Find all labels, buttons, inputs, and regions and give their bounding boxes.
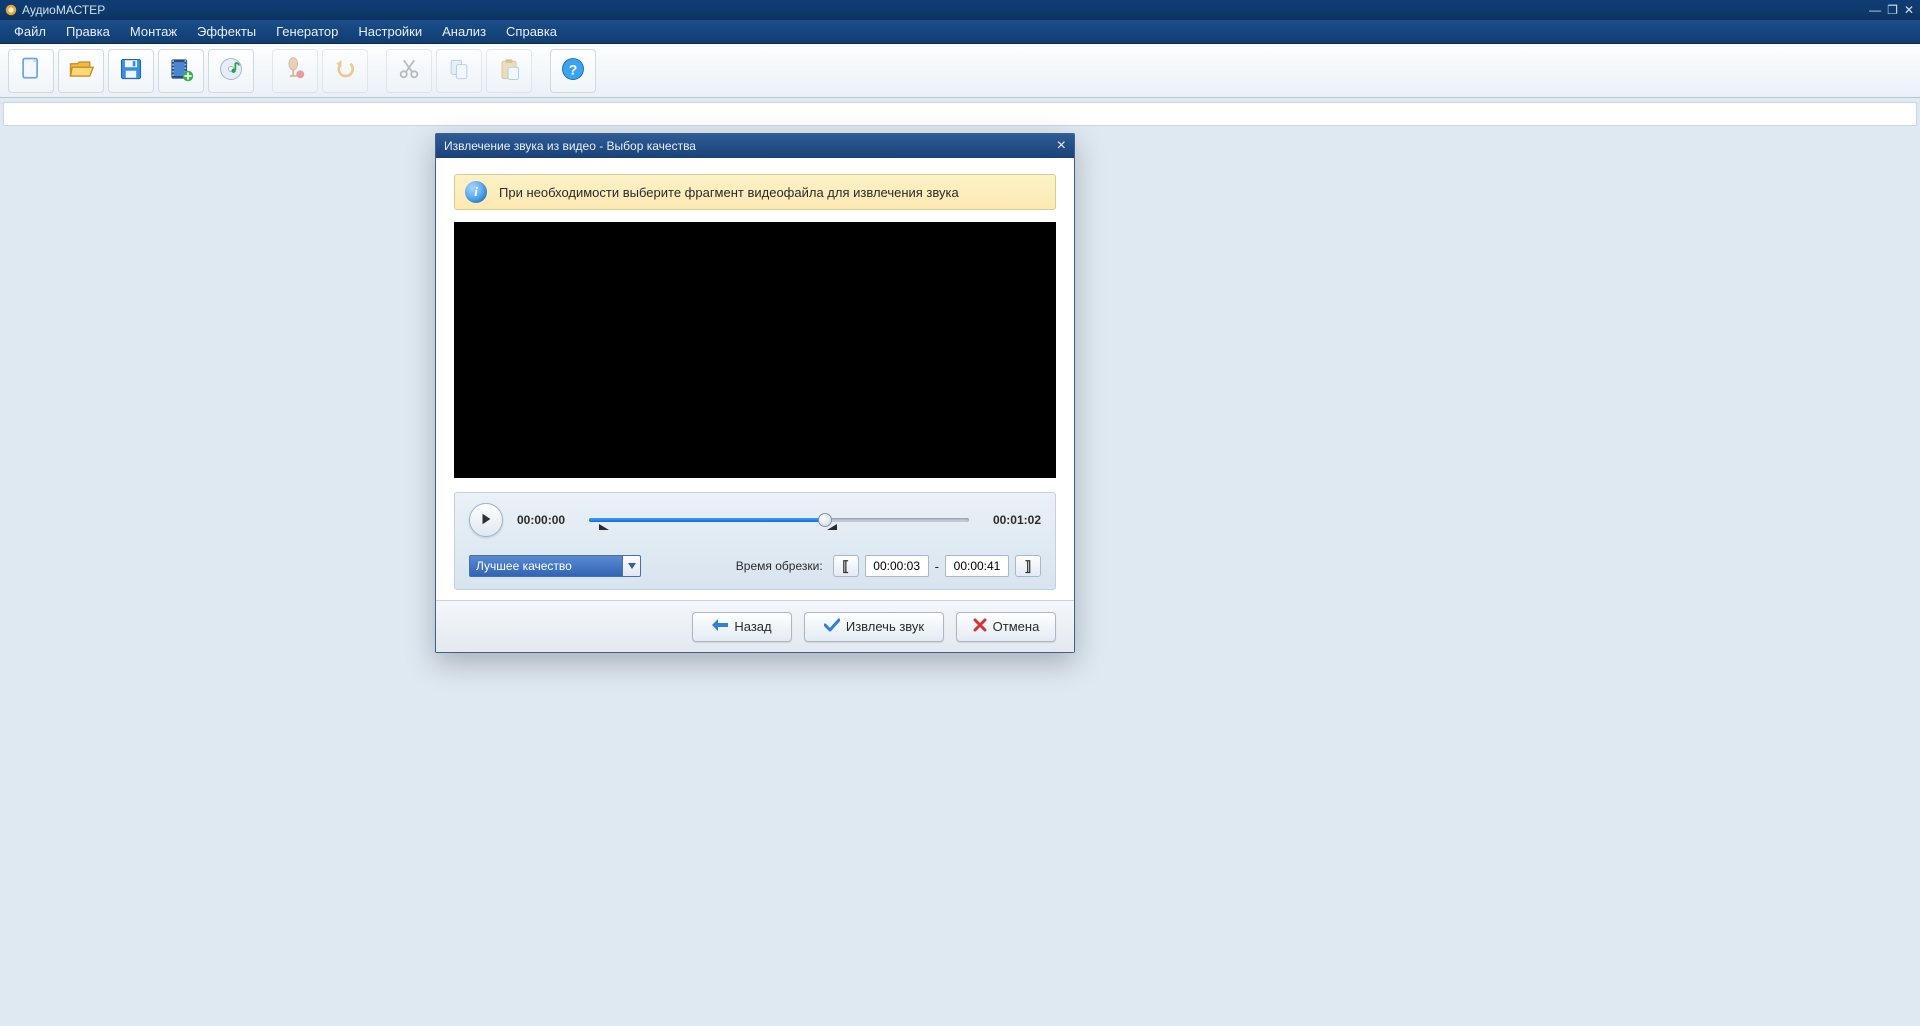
extract-button[interactable]: Извлечь звук (804, 612, 944, 642)
trim-start-input[interactable] (865, 555, 929, 577)
trim-set-start-button[interactable]: ⟦ (833, 555, 859, 577)
arrow-left-icon (712, 619, 728, 634)
play-button[interactable] (469, 503, 503, 537)
toolbar-paste-button[interactable] (486, 49, 532, 93)
menu-edit[interactable]: Правка (56, 22, 120, 41)
slider-fill (589, 518, 825, 522)
menubar: Файл Правка Монтаж Эффекты Генератор Нас… (0, 20, 1920, 44)
toolbar-cd-audio-button[interactable] (208, 49, 254, 93)
trim-controls: Время обрезки: ⟦ - ⟧ (736, 555, 1041, 577)
folder-open-icon (67, 55, 95, 86)
copy-icon (445, 55, 473, 86)
app-icon (4, 3, 18, 17)
toolbar-open-button[interactable] (58, 49, 104, 93)
extract-audio-dialog: Извлечение звука из видео - Выбор качест… (435, 133, 1075, 653)
extract-button-label: Извлечь звук (846, 619, 924, 634)
dialog-titlebar[interactable]: Извлечение звука из видео - Выбор качест… (436, 134, 1074, 158)
video-preview (454, 222, 1056, 478)
microphone-icon (281, 55, 309, 86)
film-plus-icon (167, 55, 195, 86)
player-panel: 00:00:00 00:01:02 (454, 492, 1056, 590)
back-button-label: Назад (734, 619, 771, 634)
info-banner: i При необходимости выберите фрагмент ви… (454, 174, 1056, 210)
dialog-close-button[interactable]: × (1057, 138, 1066, 154)
toolbar-help-button[interactable]: ? (550, 49, 596, 93)
toolbar-record-button[interactable] (272, 49, 318, 93)
workspace: Извлечение звука из видео - Выбор качест… (0, 130, 1920, 1026)
new-file-icon (17, 55, 45, 86)
trim-dash: - (935, 559, 939, 574)
cancel-icon (973, 618, 987, 635)
toolbar-copy-button[interactable] (436, 49, 482, 93)
cancel-button[interactable]: Отмена (956, 612, 1056, 642)
trim-end-input[interactable] (945, 555, 1009, 577)
play-icon (479, 512, 493, 529)
trim-end-marker[interactable] (826, 516, 838, 530)
playback-slider[interactable] (589, 507, 969, 533)
time-current-label: 00:00:00 (517, 513, 575, 527)
info-icon: i (465, 181, 487, 203)
trim-set-end-button[interactable]: ⟧ (1015, 555, 1041, 577)
menu-effects[interactable]: Эффекты (187, 22, 266, 41)
menu-analysis[interactable]: Анализ (432, 22, 496, 41)
toolbar: ? (0, 44, 1920, 98)
undo-icon (331, 55, 359, 86)
save-icon (117, 55, 145, 86)
quality-select[interactable]: Лучшее качество (469, 555, 641, 577)
quality-select-value: Лучшее качество (470, 559, 622, 573)
scissors-icon (395, 55, 423, 86)
window-minimize-button[interactable]: — (1867, 3, 1883, 17)
paste-icon (495, 55, 523, 86)
toolbar-cut-button[interactable] (386, 49, 432, 93)
cancel-button-label: Отмена (993, 619, 1040, 634)
app-title: АудиоМАСТЕР (22, 3, 105, 17)
cd-music-icon (217, 55, 245, 86)
trim-label: Время обрезки: (736, 559, 823, 573)
window-maximize-button[interactable]: ❐ (1885, 3, 1900, 17)
trim-start-marker[interactable] (598, 516, 610, 530)
info-banner-text: При необходимости выберите фрагмент виде… (499, 185, 959, 200)
check-icon (824, 618, 840, 635)
chevron-down-icon (622, 556, 640, 576)
menu-file[interactable]: Файл (4, 22, 56, 41)
toolbar-save-button[interactable] (108, 49, 154, 93)
menu-generator[interactable]: Генератор (266, 22, 348, 41)
dialog-title-text: Извлечение звука из видео - Выбор качест… (444, 139, 696, 153)
menu-settings[interactable]: Настройки (348, 22, 432, 41)
time-total-label: 00:01:02 (983, 513, 1041, 527)
window-close-button[interactable]: ✕ (1902, 3, 1916, 17)
dialog-footer: Назад Извлечь звук Отмена (436, 600, 1074, 652)
toolbar-new-button[interactable] (8, 49, 54, 93)
toolbar-import-video-button[interactable] (158, 49, 204, 93)
window-titlebar: АудиоМАСТЕР — ❐ ✕ (0, 0, 1920, 20)
menu-help[interactable]: Справка (496, 22, 567, 41)
menu-montage[interactable]: Монтаж (120, 22, 187, 41)
address-bar (3, 102, 1917, 126)
toolbar-undo-button[interactable] (322, 49, 368, 93)
svg-text:?: ? (569, 61, 578, 77)
back-button[interactable]: Назад (692, 612, 792, 642)
help-icon: ? (559, 55, 587, 86)
